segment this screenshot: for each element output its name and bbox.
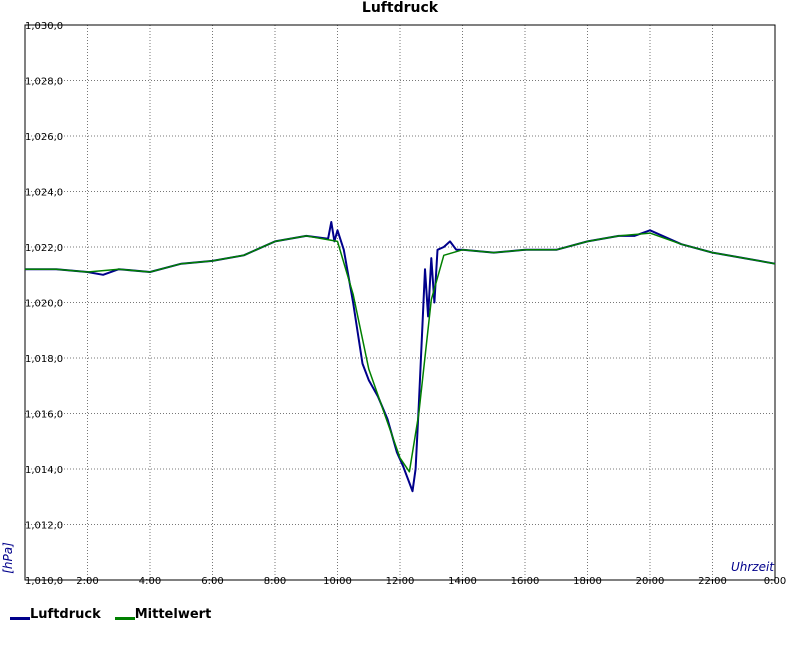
y-tick-label: 1,010,0 <box>25 576 63 587</box>
legend-item-luftdruck[interactable]: Luftdruck <box>10 607 101 622</box>
legend-label-luftdruck: Luftdruck <box>30 607 101 622</box>
x-tick-label: 10:00 <box>323 576 352 587</box>
y-tick-label: 1,012,0 <box>25 521 63 532</box>
x-tick-label: 0:00 <box>764 576 786 587</box>
x-tick-label: 14:00 <box>448 576 477 587</box>
legend-label-mittelwert: Mittelwert <box>134 607 212 622</box>
x-tick-label: 8:00 <box>264 576 286 587</box>
x-axis: 2:00 4:00 6:00 8:00 10:00 12:00 14:00 16:00 18:0… <box>76 576 786 587</box>
x-axis-label: Uhrzeit <box>731 560 775 574</box>
y-tick-label: 1,018,0 <box>25 354 63 365</box>
chart-legend: Luftdruck Mittelwert <box>10 607 211 622</box>
y-tick-label: 1,030,0 <box>25 21 63 32</box>
legend-item-mittelwert[interactable]: Mittelwert <box>114 607 212 622</box>
x-tick-label: 16:00 <box>511 576 540 587</box>
y-tick-label: 1,028,0 <box>25 77 63 88</box>
x-tick-label: 6:00 <box>201 576 223 587</box>
x-tick-label: 2:00 <box>76 576 98 587</box>
y-tick-label: 1,022,0 <box>25 243 63 254</box>
y-tick-label: 1,014,0 <box>25 465 63 476</box>
grid-lines <box>25 24 776 580</box>
x-tick-label: 12:00 <box>386 576 415 587</box>
x-tick-label: 22:00 <box>698 576 727 587</box>
y-tick-label: 1,026,0 <box>25 132 63 143</box>
y-tick-label: 1,024,0 <box>25 188 63 199</box>
x-tick-label: 18:00 <box>573 576 602 587</box>
y-axis-label: [hPa] <box>1 542 15 574</box>
legend-swatch-luftdruck <box>10 617 30 620</box>
line-chart: Luftdruck 1,010,01,012,01,014,01,016,01,… <box>1 0 786 587</box>
x-tick-label: 4:00 <box>139 576 161 587</box>
legend-swatch-mittelwert <box>114 617 135 620</box>
chart-title: Luftdruck <box>362 0 439 16</box>
x-tick-label: 20:00 <box>636 576 665 587</box>
y-tick-label: 1,020,0 <box>25 299 63 310</box>
y-tick-label: 1,016,0 <box>25 410 63 421</box>
y-axis: 1,010,0 1,012,0 1,014,0 1,016,0 1,018,0 1,020… <box>25 21 63 587</box>
